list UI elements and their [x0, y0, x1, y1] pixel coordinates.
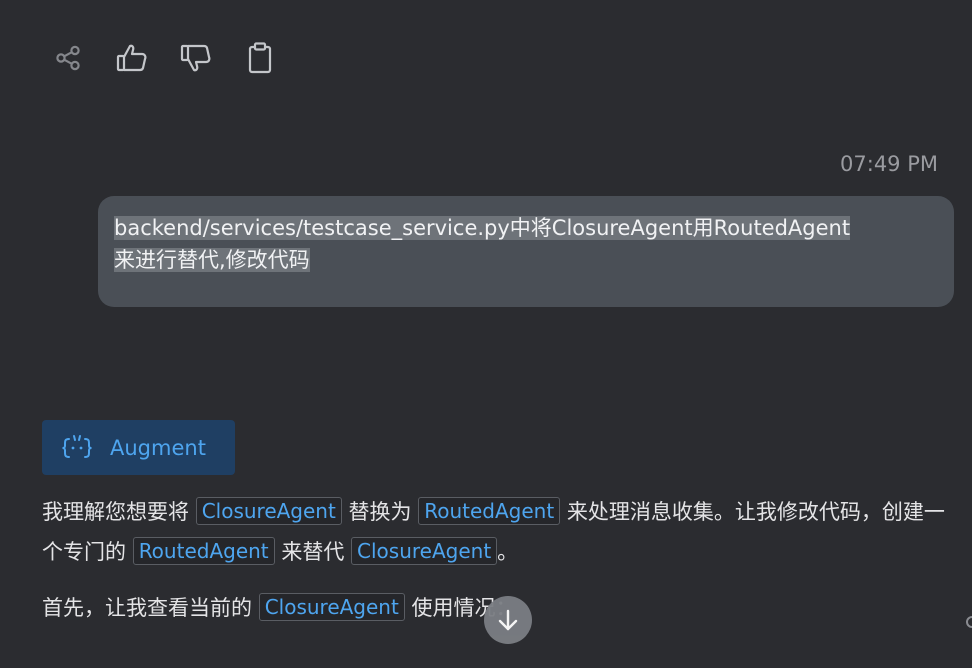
response-text: 来替代 [281, 540, 345, 564]
thumbs-up-icon [116, 44, 147, 72]
user-message-bubble: backend/services/testcase_service.py中将Cl… [98, 196, 954, 307]
user-message-line-1: backend/services/testcase_service.py中将Cl… [114, 216, 851, 240]
scroll-to-bottom-button[interactable] [484, 596, 532, 644]
inline-code: ClosureAgent [351, 537, 498, 565]
edge-indicator [966, 616, 972, 628]
assistant-badge: Augment [42, 420, 235, 475]
inline-code: RoutedAgent [418, 497, 561, 525]
augment-logo-icon [62, 434, 92, 458]
inline-code: RoutedAgent [132, 537, 275, 565]
response-text: 。 [497, 540, 519, 564]
inline-code: ClosureAgent [258, 593, 405, 621]
thumbs-down-icon [180, 44, 211, 72]
copy-button[interactable] [240, 40, 280, 76]
response-text: 我理解您想要将 [42, 500, 189, 524]
thumbs-up-button[interactable] [112, 40, 152, 76]
response-paragraph-1: 我理解您想要将 ClosureAgent 替换为 RoutedAgent 来处理… [42, 492, 952, 572]
message-toolbar [48, 40, 280, 76]
assistant-name: Augment [110, 435, 206, 460]
thumbs-down-button[interactable] [176, 40, 216, 76]
share-icon [56, 45, 80, 71]
user-message-line-2: 来进行替代,修改代码 [114, 248, 310, 272]
share-button[interactable] [48, 40, 88, 76]
inline-code: ClosureAgent [195, 497, 342, 525]
message-timestamp: 07:49 PM [840, 152, 938, 176]
arrow-down-icon [498, 609, 518, 631]
clipboard-icon [248, 42, 272, 74]
user-message-text: backend/services/testcase_service.py中将Cl… [114, 216, 851, 272]
response-text: 首先，让我查看当前的 [42, 596, 252, 620]
response-text: 替换为 [348, 500, 412, 524]
